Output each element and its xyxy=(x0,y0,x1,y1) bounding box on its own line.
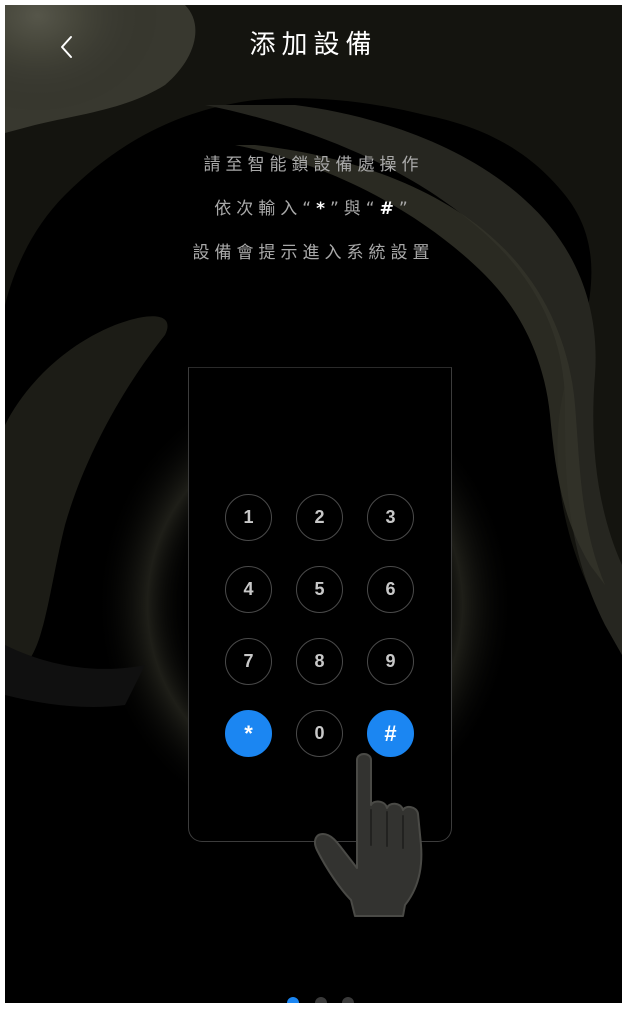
key-star: * xyxy=(225,710,272,757)
instruction-line-1: 請至智能鎖設備處操作 xyxy=(203,155,424,175)
instruction-line-2: 依次輸入“*”與“#” xyxy=(5,187,622,231)
star-symbol: * xyxy=(316,199,330,219)
key-3: 3 xyxy=(367,494,414,541)
key-8: 8 xyxy=(296,638,343,685)
pointing-hand-icon xyxy=(314,753,423,917)
page-dot-3[interactable] xyxy=(342,997,354,1003)
page-indicator xyxy=(5,997,622,1003)
page-dot-2[interactable] xyxy=(315,997,327,1003)
key-1: 1 xyxy=(225,494,272,541)
page-title: 添加設備 xyxy=(249,30,378,60)
instruction-line-3: 設備會提示進入系統設置 xyxy=(192,243,435,263)
key-9: 9 xyxy=(367,638,414,685)
key-7: 7 xyxy=(225,638,272,685)
instruction-line-2-suffix: ” xyxy=(398,199,413,219)
instructions: 請至智能鎖設備處操作 依次輸入“*”與“#” 設備會提示進入系統設置 xyxy=(5,143,622,275)
key-4: 4 xyxy=(225,566,272,613)
key-5: 5 xyxy=(296,566,343,613)
instruction-line-2-middle: ”與“ xyxy=(330,199,380,219)
page-dot-1[interactable] xyxy=(287,997,299,1003)
hash-symbol: # xyxy=(379,199,399,219)
instruction-line-2-prefix: 依次輸入“ xyxy=(214,199,317,219)
key-2: 2 xyxy=(296,494,343,541)
screen: 添加設備 請至智能鎖設備處操作 依次輸入“*”與“#” 設備會提示進入系統設置 … xyxy=(5,5,622,1003)
header: 添加設備 xyxy=(5,5,622,89)
key-6: 6 xyxy=(367,566,414,613)
